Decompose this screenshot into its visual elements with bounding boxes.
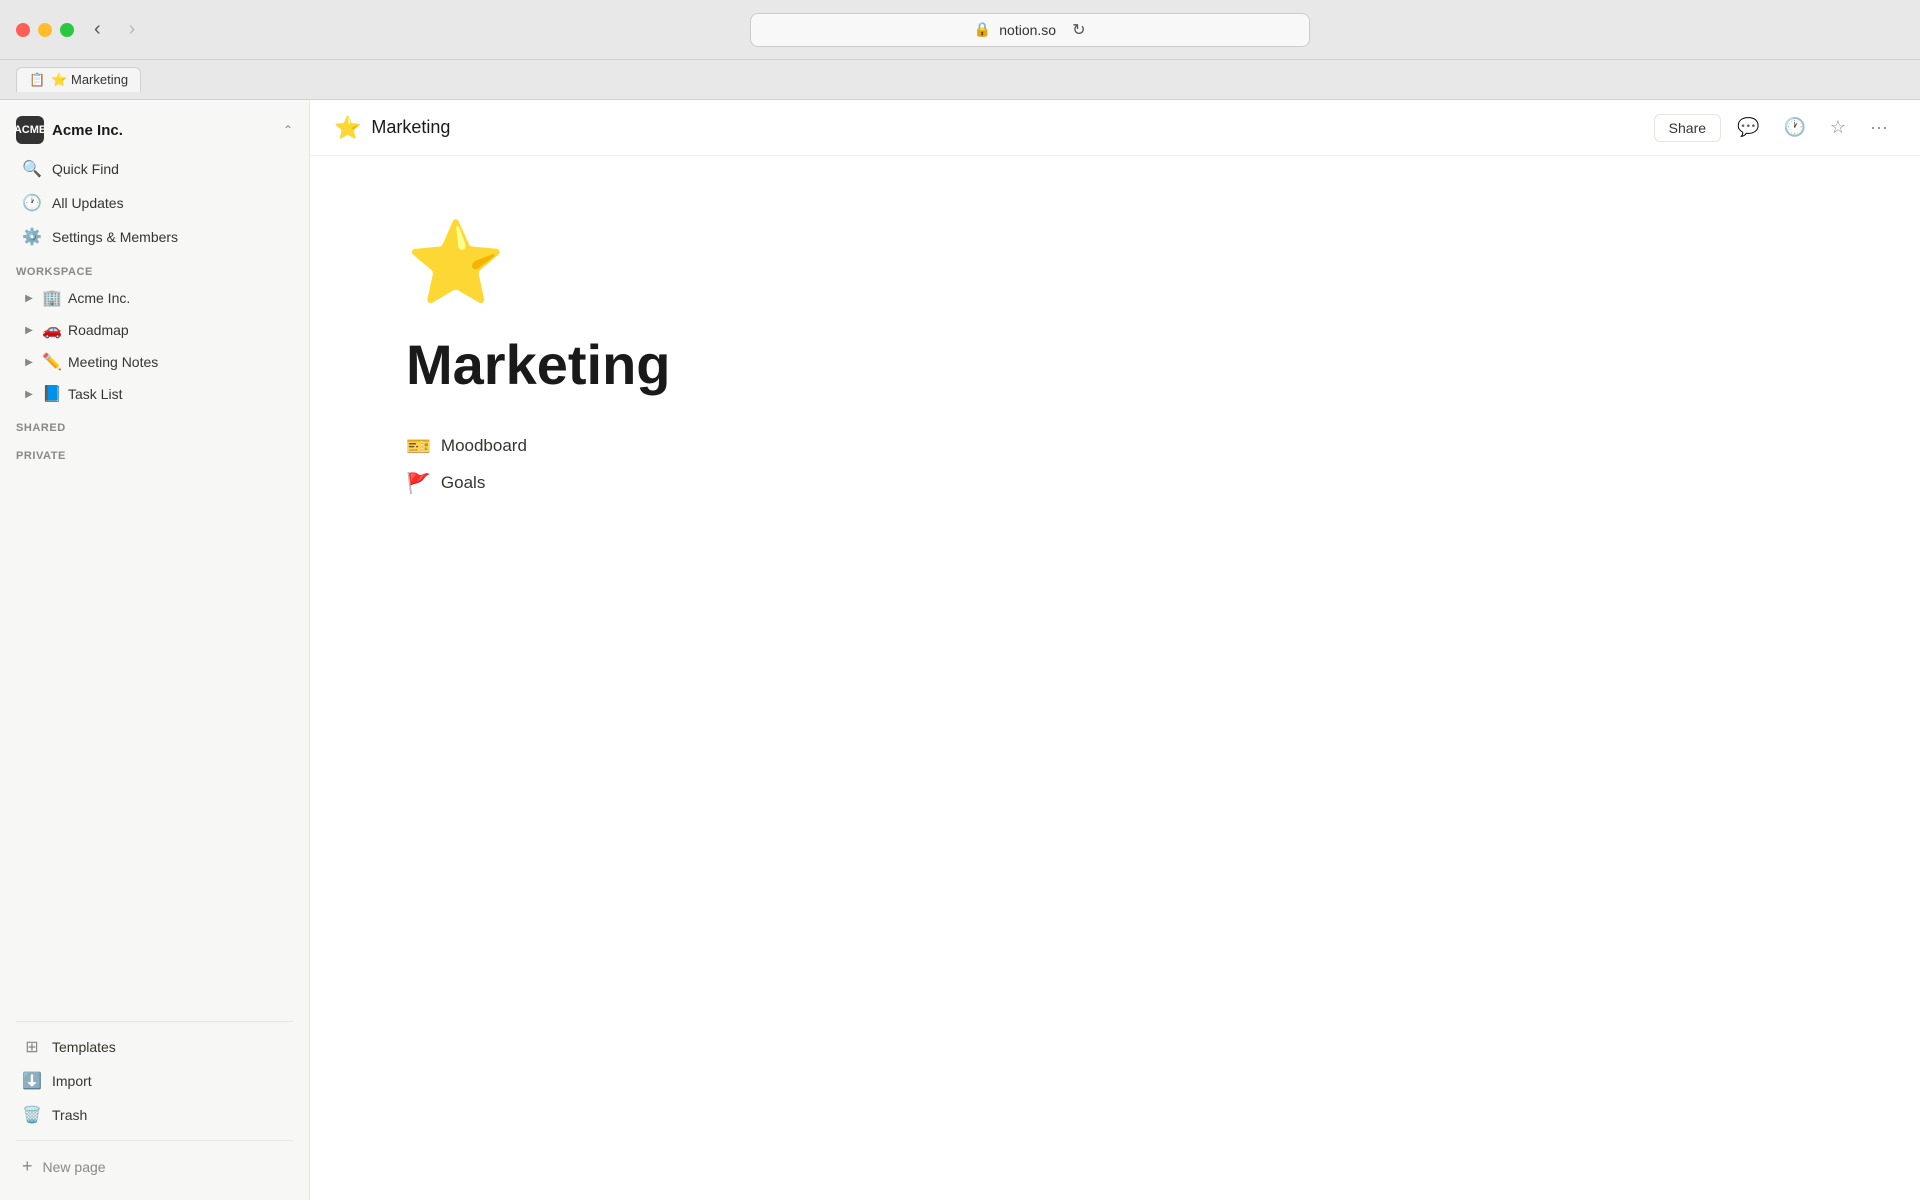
meeting-notes-label: Meeting Notes: [68, 354, 158, 370]
forward-button[interactable]: ›: [121, 14, 144, 45]
minimize-button[interactable]: [38, 23, 52, 37]
task-list-emoji: 📘: [42, 384, 62, 404]
sidebar-item-templates[interactable]: ⊞ Templates: [6, 1031, 303, 1063]
goals-label: Goals: [441, 473, 485, 493]
maximize-button[interactable]: [60, 23, 74, 37]
workspace-section-label: WORKSPACE: [0, 254, 309, 282]
import-label: Import: [52, 1073, 92, 1089]
tab-bar: 📋 ⭐ Marketing: [0, 60, 1920, 100]
sidebar-item-all-updates[interactable]: 🕐 All Updates: [6, 187, 303, 219]
acme-label: Acme Inc.: [68, 290, 130, 306]
new-page-label: New page: [43, 1159, 106, 1175]
sidebar-item-meeting-notes[interactable]: ▶ ✏️ Meeting Notes: [6, 347, 303, 377]
toggle-icon: ▶: [22, 357, 36, 368]
roadmap-emoji: 🚗: [42, 320, 62, 340]
settings-icon: ⚙️: [22, 227, 42, 247]
trash-icon: 🗑️: [22, 1105, 42, 1125]
workspace-chevron-icon: ⌃: [283, 123, 293, 137]
search-icon: 🔍: [22, 159, 42, 179]
page-content: ⭐ Marketing 🎫 Moodboard 🚩 Goals: [310, 156, 1920, 1200]
page-emoji-large: ⭐: [406, 216, 1824, 310]
share-button[interactable]: Share: [1654, 114, 1721, 142]
title-bar: ‹ › 🔒 notion.so ↻: [0, 0, 1920, 60]
workspace-icon: ACME: [16, 116, 44, 144]
header-star-icon: ⭐: [334, 115, 361, 141]
content-header: ⭐ Marketing Share 💬 🕐 ☆ ···: [310, 100, 1920, 156]
new-page-button[interactable]: + New page: [6, 1150, 303, 1183]
roadmap-label: Roadmap: [68, 322, 129, 338]
workspace-header[interactable]: ACME Acme Inc. ⌃: [0, 100, 309, 152]
quick-find-label: Quick Find: [52, 161, 119, 177]
updates-icon: 🕐: [22, 193, 42, 213]
history-icon: 🕐: [1783, 117, 1805, 137]
sidebar-item-settings[interactable]: ⚙️ Settings & Members: [6, 221, 303, 253]
sidebar-item-acme-inc[interactable]: ▶ 🏢 Acme Inc.: [6, 283, 303, 313]
sidebar-item-import[interactable]: ⬇️ Import: [6, 1065, 303, 1097]
header-actions: Share 💬 🕐 ☆ ···: [1654, 113, 1896, 142]
import-icon: ⬇️: [22, 1071, 42, 1091]
main-layout: ACME Acme Inc. ⌃ 🔍 Quick Find 🕐 All Upda…: [0, 100, 1920, 1200]
goals-emoji: 🚩: [406, 471, 431, 496]
templates-icon: ⊞: [22, 1037, 42, 1057]
favorite-icon: ☆: [1830, 117, 1846, 137]
address-bar[interactable]: 🔒 notion.so ↻: [750, 13, 1310, 47]
workspace-name: Acme Inc.: [52, 122, 275, 139]
tab-label: ⭐ Marketing: [51, 72, 128, 88]
sidebar-item-trash[interactable]: 🗑️ Trash: [6, 1099, 303, 1131]
page-title-large: Marketing: [406, 334, 1824, 396]
comment-button[interactable]: 💬: [1729, 113, 1767, 142]
sidebar-divider-2: [16, 1140, 293, 1141]
toggle-icon: ▶: [22, 389, 36, 400]
meeting-notes-emoji: ✏️: [42, 352, 62, 372]
history-button[interactable]: 🕐: [1775, 113, 1813, 142]
sidebar-item-roadmap[interactable]: ▶ 🚗 Roadmap: [6, 315, 303, 345]
more-button[interactable]: ···: [1862, 113, 1896, 142]
page-header-title: Marketing: [371, 117, 450, 138]
plus-icon: +: [22, 1156, 33, 1177]
sidebar-divider: [16, 1021, 293, 1022]
refresh-button[interactable]: ↻: [1072, 20, 1085, 40]
page-title-header: ⭐ Marketing: [334, 115, 1642, 141]
lock-icon: 🔒: [974, 21, 991, 38]
active-tab[interactable]: 📋 ⭐ Marketing: [16, 67, 141, 92]
comment-icon: 💬: [1737, 117, 1759, 137]
url-text: notion.so: [999, 22, 1056, 38]
link-moodboard[interactable]: 🎫 Moodboard: [406, 428, 1824, 465]
link-goals[interactable]: 🚩 Goals: [406, 465, 1824, 502]
tab-notion-icon: 📋: [29, 72, 45, 88]
settings-label: Settings & Members: [52, 229, 178, 245]
content-area: ⭐ Marketing Share 💬 🕐 ☆ ···: [310, 100, 1920, 1200]
sidebar-item-task-list[interactable]: ▶ 📘 Task List: [6, 379, 303, 409]
private-section-label: PRIVATE: [0, 438, 309, 466]
moodboard-label: Moodboard: [441, 436, 527, 456]
sidebar-item-quick-find[interactable]: 🔍 Quick Find: [6, 153, 303, 185]
trash-label: Trash: [52, 1107, 87, 1123]
templates-label: Templates: [52, 1039, 116, 1055]
sidebar: ACME Acme Inc. ⌃ 🔍 Quick Find 🕐 All Upda…: [0, 100, 310, 1200]
toggle-icon: ▶: [22, 325, 36, 336]
back-button[interactable]: ‹: [86, 14, 109, 45]
close-button[interactable]: [16, 23, 30, 37]
all-updates-label: All Updates: [52, 195, 124, 211]
task-list-label: Task List: [68, 386, 122, 402]
favorite-button[interactable]: ☆: [1822, 113, 1854, 142]
more-icon: ···: [1870, 117, 1888, 137]
moodboard-emoji: 🎫: [406, 434, 431, 459]
shared-section-label: SHARED: [0, 410, 309, 438]
acme-emoji: 🏢: [42, 288, 62, 308]
toggle-icon: ▶: [22, 293, 36, 304]
traffic-lights: [16, 23, 74, 37]
